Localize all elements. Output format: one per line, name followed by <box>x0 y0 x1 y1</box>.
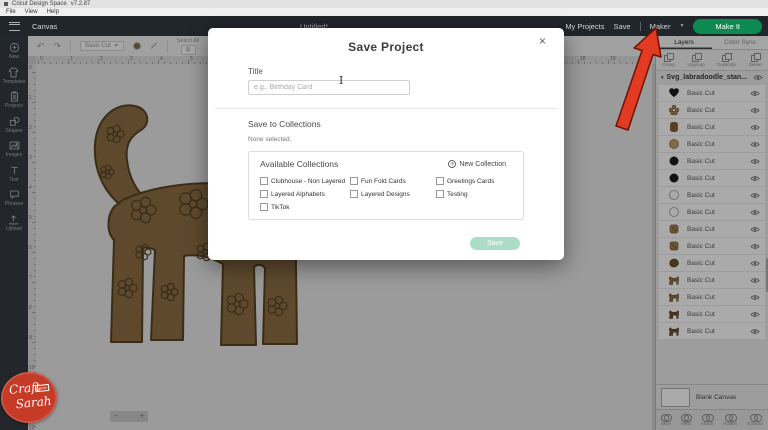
checkbox-icon[interactable] <box>436 177 444 185</box>
collection-label: Greetings Cards <box>447 177 495 185</box>
available-collections-label: Available Collections <box>260 159 339 169</box>
app-version: v7.2.87 <box>70 1 91 7</box>
menu-bar: File View Help <box>0 8 768 16</box>
text-cursor-icon: I <box>339 74 344 87</box>
checkbox-icon[interactable] <box>260 203 268 211</box>
collection-label: TikTok <box>271 203 290 211</box>
collection-option[interactable]: Layered Alphabets <box>260 190 348 198</box>
checkbox-icon[interactable] <box>260 190 268 198</box>
collections-heading: Save to Collections <box>248 119 321 129</box>
chevron-down-icon[interactable]: ▼ <box>679 23 684 29</box>
collection-option[interactable]: Fun Fold Cards <box>350 177 434 185</box>
hamburger-menu-icon[interactable] <box>9 21 20 31</box>
available-collections-box: Available Collections + New Collection C… <box>248 151 524 220</box>
logo-word-with: WITH <box>34 383 50 393</box>
my-projects-link[interactable]: My Projects <box>565 22 604 31</box>
make-it-button[interactable]: Make It <box>693 18 762 34</box>
window-titlebar: Cricut Design Space v7.2.87 <box>0 0 768 8</box>
app-icon <box>4 2 8 6</box>
collection-option[interactable]: Layered Designs <box>350 190 434 198</box>
collection-label: Fun Fold Cards <box>361 177 406 185</box>
checkbox-icon[interactable] <box>260 177 268 185</box>
plus-circle-icon: + <box>448 160 457 168</box>
collection-label: Clubhouse - Non Layered <box>271 177 346 185</box>
checkbox-icon[interactable] <box>436 190 444 198</box>
modal-divider <box>215 108 557 109</box>
logo-word-sarah: Sarah <box>14 393 53 412</box>
title-field-label: Title <box>248 67 263 76</box>
none-selected-text: None selected. <box>248 136 292 143</box>
canvas-label[interactable]: Canvas <box>32 22 57 31</box>
collection-option[interactable]: Greetings Cards <box>436 177 512 185</box>
header-divider <box>639 21 641 31</box>
collection-label: Layered Alphabets <box>271 190 325 198</box>
save-project-modal: Save Project × Title I Save to Collectio… <box>208 28 564 260</box>
menu-help[interactable]: Help <box>47 9 59 15</box>
project-title-input[interactable] <box>248 80 410 95</box>
collection-option[interactable]: Clubhouse - Non Layered <box>260 177 348 185</box>
collection-option[interactable]: Testing <box>436 190 512 198</box>
new-collection-label: New Collection <box>459 160 506 168</box>
collection-option[interactable]: TikTok <box>260 203 348 211</box>
close-icon[interactable]: × <box>533 34 552 48</box>
machine-selector[interactable]: Maker <box>650 22 671 31</box>
collection-label: Layered Designs <box>361 190 410 198</box>
modal-title: Save Project <box>348 40 424 54</box>
menu-view[interactable]: View <box>25 9 38 15</box>
save-link[interactable]: Save <box>614 22 631 31</box>
new-collection-button[interactable]: + New Collection <box>442 159 512 169</box>
cricut-design-space-window: { "window": { "app_title": "Cricut Desig… <box>0 0 768 430</box>
window-title: Cricut Design Space <box>12 1 67 7</box>
modal-save-button[interactable]: Save <box>470 237 520 250</box>
checkbox-icon[interactable] <box>350 177 358 185</box>
checkbox-icon[interactable] <box>350 190 358 198</box>
menu-file[interactable]: File <box>6 9 16 15</box>
collection-label: Testing <box>447 190 468 198</box>
